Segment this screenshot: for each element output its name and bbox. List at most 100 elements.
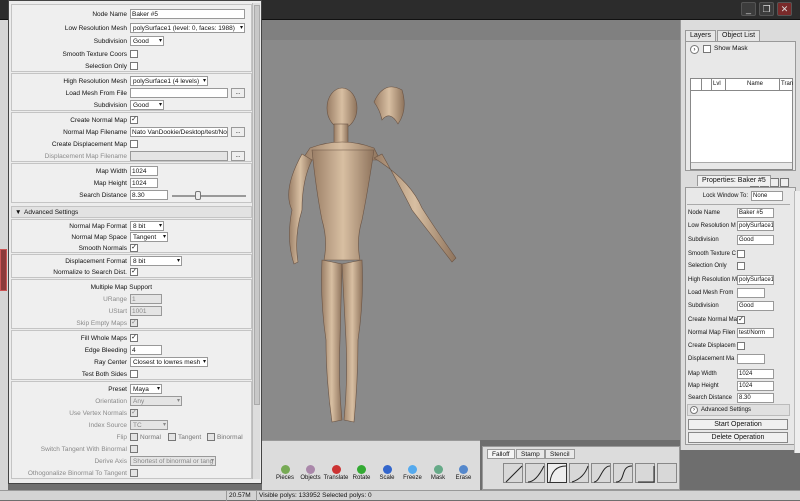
tool-translate[interactable]: Translate (323, 465, 349, 481)
prop-row-value[interactable]: 8.30 (737, 393, 774, 403)
search-distance-slider[interactable] (172, 195, 246, 197)
normal-filename-field[interactable]: Nato VanDookie/Desktop/test/Norm (130, 127, 228, 137)
use-vertex-normals-checkbox[interactable]: ✓ (130, 409, 138, 417)
close-button[interactable]: ✕ (777, 2, 792, 16)
tab-stencil[interactable]: Stencil (545, 449, 575, 459)
falloff-preset[interactable] (613, 463, 633, 483)
sculpt-model[interactable] (262, 40, 680, 440)
prop-row-value[interactable]: polySurface1 (4 levels (737, 275, 774, 285)
prop-row-value[interactable]: 1024 (737, 369, 774, 379)
disp-filename-field[interactable] (130, 151, 228, 161)
switch-tangent-checkbox[interactable] (130, 445, 138, 453)
disp-filename-browse-button[interactable]: ... (231, 151, 245, 161)
prop-row-checkbox[interactable] (737, 342, 745, 350)
minimize-button[interactable]: _ (741, 2, 756, 16)
flip-binormal-checkbox[interactable] (207, 433, 215, 441)
prop-row-checkbox[interactable]: ✓ (737, 316, 745, 324)
layers-menu-icon[interactable]: › (690, 45, 699, 54)
flip-normal-checkbox[interactable] (130, 433, 138, 441)
tool-rotate[interactable]: Rotate (349, 465, 375, 481)
test-both-checkbox[interactable] (130, 370, 138, 378)
advanced-settings-row[interactable]: › Advanced Settings (687, 404, 790, 416)
tool-mask[interactable]: Mask (425, 465, 451, 481)
normal-space-select[interactable]: Tangent ▾ (130, 232, 168, 242)
normal-format-select[interactable]: 8 bit ▾ (130, 221, 164, 231)
left-dock-tab[interactable] (0, 249, 7, 291)
selection-only-checkbox[interactable] (130, 62, 138, 70)
subdivision2-select[interactable]: Good ▾ (130, 100, 164, 110)
prop-row-value[interactable]: test/Norm (737, 328, 774, 338)
attr-scroll-thumb[interactable] (254, 5, 260, 405)
falloff-preset[interactable] (591, 463, 611, 483)
attr-scrollbar[interactable] (252, 3, 260, 479)
index-source-select[interactable]: TC ▾ (130, 420, 168, 430)
flip-tangent-checkbox[interactable] (168, 433, 176, 441)
tab-object-list[interactable]: Object List (717, 30, 761, 41)
tool-objects[interactable]: Objects (298, 465, 324, 481)
tab-layers[interactable]: Layers (685, 30, 717, 41)
tab-falloff[interactable]: Falloff (487, 449, 515, 459)
disp-format-select[interactable]: 8 bit ▾ (130, 256, 182, 266)
smooth-normals-checkbox[interactable]: ✓ (130, 244, 138, 252)
orientation-select[interactable]: Any ▾ (130, 396, 182, 406)
tool-erase[interactable]: Erase (451, 465, 477, 481)
prop-row-value[interactable]: Good (737, 301, 774, 311)
tab-stamp[interactable]: Stamp (516, 449, 545, 459)
falloff-preset[interactable] (503, 463, 523, 483)
skip-empty-checkbox[interactable]: ✓ (130, 319, 138, 327)
ray-center-select[interactable]: Closest to lowres mesh ▾ (130, 357, 208, 367)
derive-axis-select[interactable]: Shortest of binormal or tang ▾ (130, 456, 216, 466)
map-width-field[interactable]: 1024 (130, 166, 158, 176)
prop-row-field[interactable] (737, 288, 765, 298)
delete-operation-button[interactable]: Delete Operation (688, 432, 788, 443)
prop-row-field[interactable] (737, 354, 765, 364)
urange-field[interactable]: 1 (130, 294, 162, 304)
create-normal-checkbox[interactable]: ✓ (130, 116, 138, 124)
load-mesh-field[interactable] (130, 88, 228, 98)
tab-properties[interactable]: Properties: Baker #5 (697, 175, 771, 186)
prop-row-value[interactable]: polySurface1 (levels (737, 221, 774, 231)
create-disp-checkbox[interactable] (130, 140, 138, 148)
prop-row-checkbox[interactable] (737, 262, 745, 270)
low-res-mesh-select[interactable]: polySurface1 (level: 0, faces: 1988) ▾ (130, 23, 245, 33)
3d-viewport[interactable] (262, 40, 680, 440)
load-mesh-browse-button[interactable]: ... (231, 88, 245, 98)
prop-row-value[interactable]: 1024 (737, 381, 774, 391)
tool-freeze[interactable]: Freeze (400, 465, 426, 481)
prop-row-value[interactable]: Baker #5 (737, 208, 774, 218)
maximize-button[interactable]: ❐ (759, 2, 774, 16)
layer-down-icon[interactable] (780, 178, 789, 187)
layers-table[interactable]: Lvl Name Tran (690, 78, 793, 170)
high-res-mesh-select[interactable]: polySurface1 (4 levels) ▾ (130, 76, 208, 86)
falloff-preset[interactable] (635, 463, 655, 483)
advanced-settings-header[interactable]: ▼ Advanced Settings (11, 206, 252, 218)
search-distance-knob[interactable] (195, 191, 201, 200)
preset-select[interactable]: Maya ▾ (130, 384, 162, 394)
edge-bleeding-field[interactable]: 4 (130, 345, 162, 355)
orthogonalize-checkbox[interactable] (130, 469, 138, 477)
start-operation-button[interactable]: Start Operation (688, 419, 788, 430)
search-distance-field[interactable]: 8.30 (130, 190, 168, 200)
node-name-field[interactable]: Baker #5 (130, 9, 245, 19)
tool-scale[interactable]: Scale (374, 465, 400, 481)
map-height-field[interactable]: 1024 (130, 178, 158, 188)
rotate-icon (357, 465, 366, 474)
prop-row-checkbox[interactable] (737, 250, 745, 258)
subdivision-select[interactable]: Good ▾ (130, 36, 164, 46)
smooth-tex-checkbox[interactable] (130, 50, 138, 58)
tool-pieces[interactable]: Pieces (272, 465, 298, 481)
fill-whole-checkbox[interactable]: ✓ (130, 334, 138, 342)
ustart-field[interactable]: 1001 (130, 306, 162, 316)
show-mask-checkbox[interactable] (703, 45, 711, 53)
layers-hscrollbar[interactable] (691, 162, 792, 169)
falloff-preset[interactable] (525, 463, 545, 483)
falloff-preset[interactable] (547, 463, 567, 483)
prop-row-value[interactable]: Good (737, 235, 774, 245)
lock-window-select[interactable]: None (751, 191, 783, 201)
falloff-preset[interactable] (657, 463, 677, 483)
properties-scrollbar[interactable] (794, 191, 800, 453)
falloff-preset[interactable] (569, 463, 589, 483)
layer-up-icon[interactable] (770, 178, 779, 187)
normal-filename-browse-button[interactable]: ... (231, 127, 245, 137)
normalize-checkbox[interactable]: ✓ (130, 268, 138, 276)
